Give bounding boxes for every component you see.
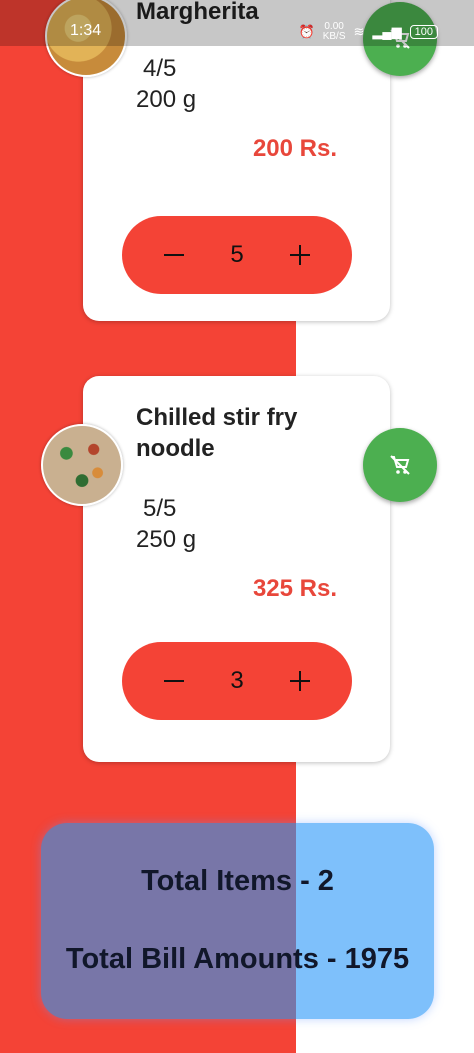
item-name: Chilled stir fry noodle (136, 404, 298, 462)
noodle-image (41, 424, 123, 506)
alarm-icon: ⏰ (298, 24, 315, 39)
network-speed: 0.00 KB/S (322, 21, 346, 42)
plus-icon[interactable] (288, 243, 312, 267)
quantity-value: 5 (230, 241, 244, 268)
quantity-value: 3 (230, 667, 244, 694)
order-summary-panel: Total Items - 2 Total Bill Amounts - 197… (41, 823, 434, 1019)
item-weight: 200 g (136, 86, 197, 113)
total-items: Total Items - 2 (141, 865, 334, 897)
minus-icon[interactable] (162, 243, 186, 267)
minus-icon[interactable] (162, 669, 186, 693)
quantity-stepper: 3 (122, 642, 352, 720)
total-bill: Total Bill Amounts - 1975 (65, 943, 410, 975)
status-time: 1:34 (70, 22, 102, 39)
remove-from-cart-button[interactable] (363, 428, 437, 502)
remove-shopping-cart-icon (390, 455, 410, 475)
item-price: 200 Rs. (252, 135, 337, 162)
item-rating: 4/5 (143, 55, 177, 82)
item-rating: 5/5 (143, 495, 177, 522)
signal-icon: ▂▄▆ (372, 24, 402, 39)
cart-item-card: Chilled stir fry noodle 5/5 250 g 325 Rs… (83, 376, 390, 762)
battery-indicator: 100 (409, 25, 438, 39)
plus-icon[interactable] (288, 669, 312, 693)
item-price: 325 Rs. (252, 575, 337, 602)
cart-item-card: Margherita 4/5 200 g 200 Rs. 5 (83, 0, 390, 321)
item-weight: 250 g (136, 526, 197, 553)
wifi-icon: ≋ (353, 24, 365, 39)
quantity-stepper: 5 (122, 216, 352, 294)
status-bar: 1:34 ⏰ 0.00 KB/S ≋ ▂▄▆ 100 (0, 0, 474, 46)
